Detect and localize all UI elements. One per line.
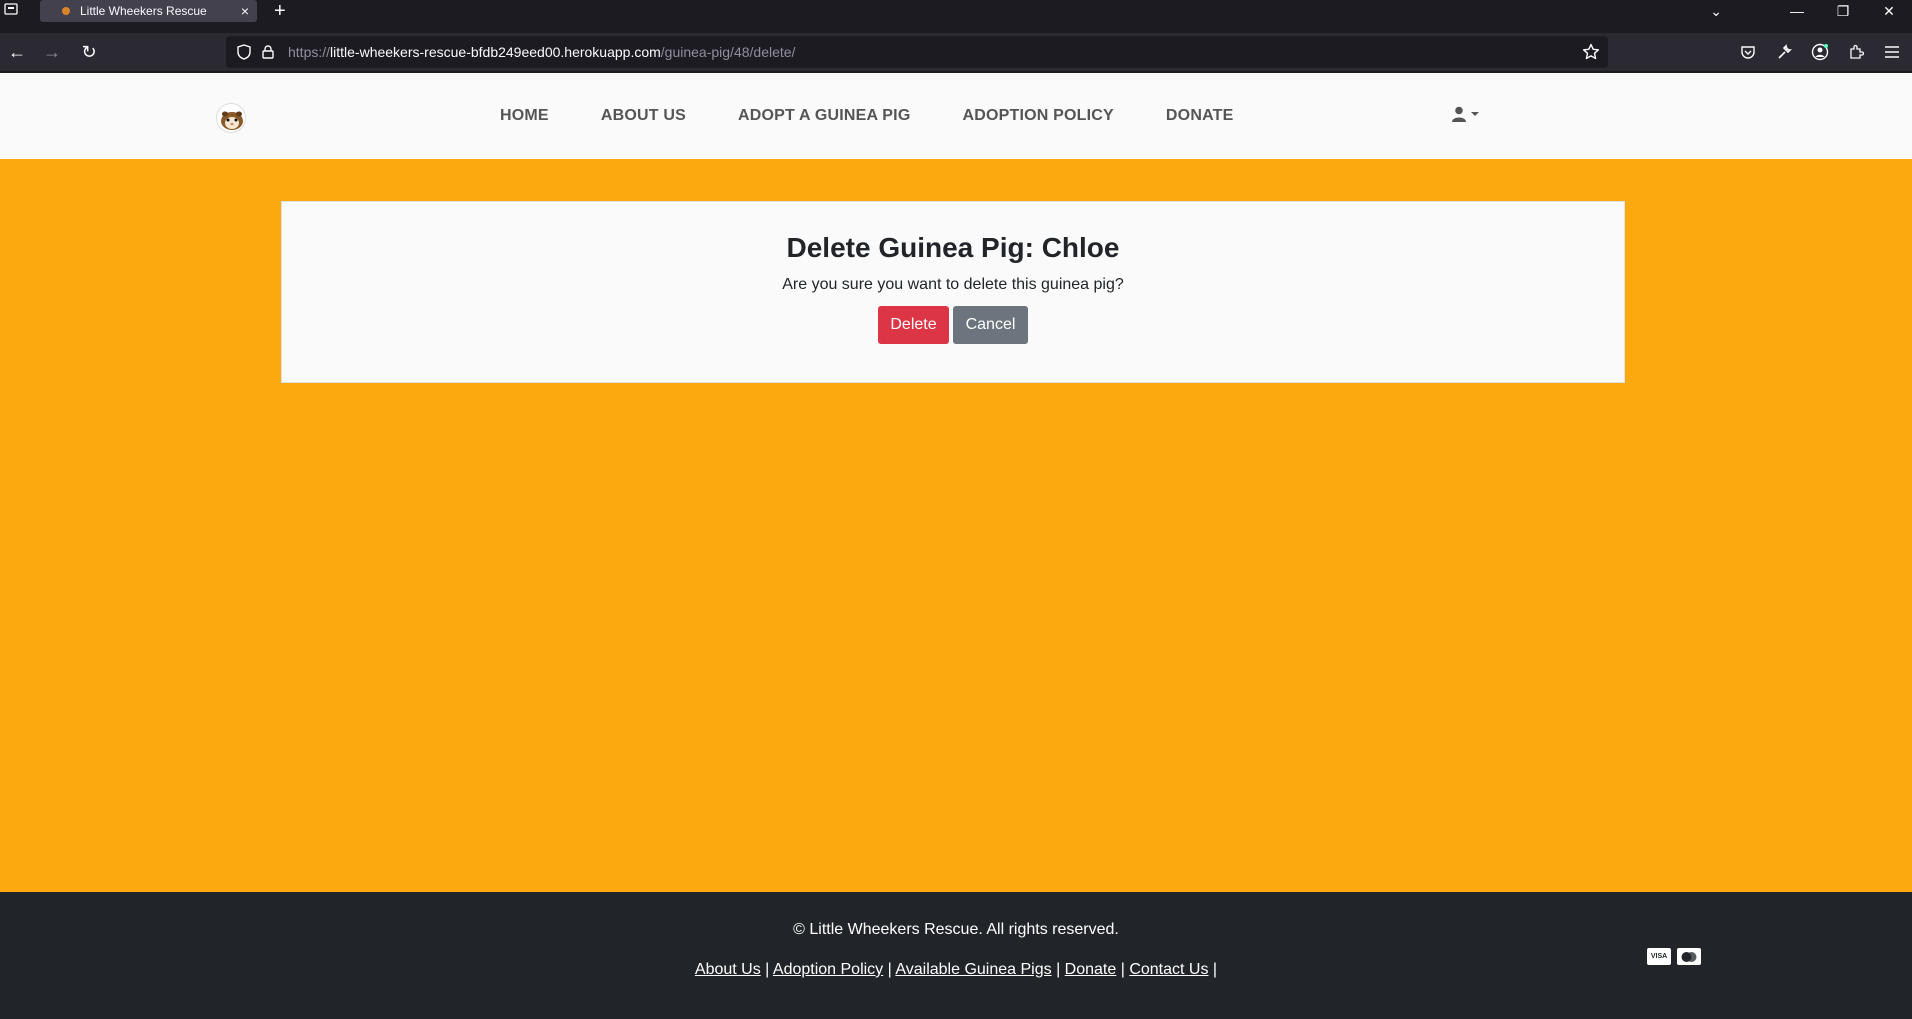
page-content: HOME ABOUT US ADOPT A GUINEA PIG ADOPTIO…: [0, 73, 1912, 1019]
url-protocol: https://: [288, 44, 331, 60]
new-tab-button[interactable]: +: [274, 0, 286, 22]
nav-donate-link[interactable]: DONATE: [1166, 107, 1234, 125]
footer-separator: |: [1212, 961, 1218, 978]
bookmark-star-icon[interactable]: [1582, 43, 1600, 66]
nav-home-link[interactable]: HOME: [500, 107, 549, 125]
tracking-shield-icon[interactable]: [236, 44, 252, 60]
browser-tab[interactable]: Little Wheekers Rescue ×: [40, 0, 257, 22]
browser-toolbar: ← → ↻ https://little-wheekers-rescue-bfd…: [0, 33, 1912, 71]
pocket-icon[interactable]: [1738, 42, 1758, 62]
nav-policy-link[interactable]: ADOPTION POLICY: [962, 107, 1113, 125]
user-dropdown-toggle[interactable]: [1452, 106, 1479, 122]
minimize-button[interactable]: —: [1774, 3, 1820, 19]
caret-down-icon: [1471, 112, 1479, 116]
extensions-icon[interactable]: [1846, 42, 1866, 62]
url-host: little-wheekers-rescue-bfdb249eed00.hero…: [330, 44, 661, 60]
tab-close-icon[interactable]: ×: [241, 4, 249, 18]
reload-button[interactable]: ↻: [77, 40, 101, 64]
window-controls: — ❐ ✕: [1774, 0, 1912, 22]
tab-overview-icon[interactable]: [4, 2, 22, 20]
menu-hamburger-icon[interactable]: [1882, 42, 1902, 62]
footer-links: About Us | Adoption Policy | Available G…: [0, 961, 1912, 979]
footer-separator: |: [1120, 961, 1125, 978]
footer-separator: |: [1056, 961, 1061, 978]
account-icon[interactable]: [1810, 42, 1830, 62]
footer-donate-link[interactable]: Donate: [1065, 961, 1117, 978]
payment-methods: VISA: [1647, 948, 1701, 965]
guinea-pig-logo-icon[interactable]: [216, 103, 246, 133]
footer-about-link[interactable]: About Us: [695, 961, 761, 978]
forward-button[interactable]: →: [40, 40, 64, 64]
footer-separator: |: [887, 961, 892, 978]
site-header: HOME ABOUT US ADOPT A GUINEA PIG ADOPTIO…: [0, 73, 1912, 159]
nav-about-link[interactable]: ABOUT US: [601, 107, 686, 125]
cancel-button[interactable]: Cancel: [953, 306, 1028, 344]
action-buttons: Delete Cancel: [282, 306, 1624, 344]
restore-button[interactable]: ❐: [1820, 3, 1866, 20]
delete-button[interactable]: Delete: [878, 306, 949, 344]
url-path: /guinea-pig/48/delete/: [660, 44, 796, 60]
footer-policy-link[interactable]: Adoption Policy: [773, 961, 883, 978]
user-icon: [1452, 106, 1466, 122]
tab-list-chevron-icon[interactable]: ⌄: [1710, 0, 1722, 22]
tab-title: Little Wheekers Rescue: [80, 4, 207, 18]
delete-confirmation-card: Delete Guinea Pig: Chloe Are you sure yo…: [281, 201, 1625, 383]
browser-tab-bar: Little Wheekers Rescue × + ⌄ — ❐ ✕: [0, 0, 1912, 22]
url-bar[interactable]: https://little-wheekers-rescue-bfdb249ee…: [226, 36, 1608, 68]
lock-icon[interactable]: [260, 44, 276, 60]
toolbar-actions: [1738, 42, 1902, 62]
main-navigation: HOME ABOUT US ADOPT A GUINEA PIG ADOPTIO…: [500, 73, 1286, 159]
footer-available-link[interactable]: Available Guinea Pigs: [895, 961, 1051, 978]
url-text[interactable]: https://little-wheekers-rescue-bfdb249ee…: [288, 44, 795, 60]
page-title: Delete Guinea Pig: Chloe: [786, 232, 1120, 263]
back-button[interactable]: ←: [5, 40, 29, 64]
footer-separator: |: [765, 961, 770, 978]
close-window-button[interactable]: ✕: [1866, 3, 1912, 20]
confirmation-message: Are you sure you want to delete this gui…: [782, 276, 1124, 293]
devtools-wrench-icon[interactable]: [1774, 42, 1794, 62]
copyright-text: © Little Wheekers Rescue. All rights res…: [793, 921, 1119, 938]
tab-favicon-icon: [62, 7, 70, 15]
site-footer: © Little Wheekers Rescue. All rights res…: [0, 892, 1912, 1019]
nav-adopt-link[interactable]: ADOPT A GUINEA PIG: [738, 107, 911, 125]
mastercard-icon: [1677, 948, 1701, 965]
visa-card-icon: VISA: [1647, 948, 1671, 965]
footer-contact-link[interactable]: Contact Us: [1129, 961, 1208, 978]
